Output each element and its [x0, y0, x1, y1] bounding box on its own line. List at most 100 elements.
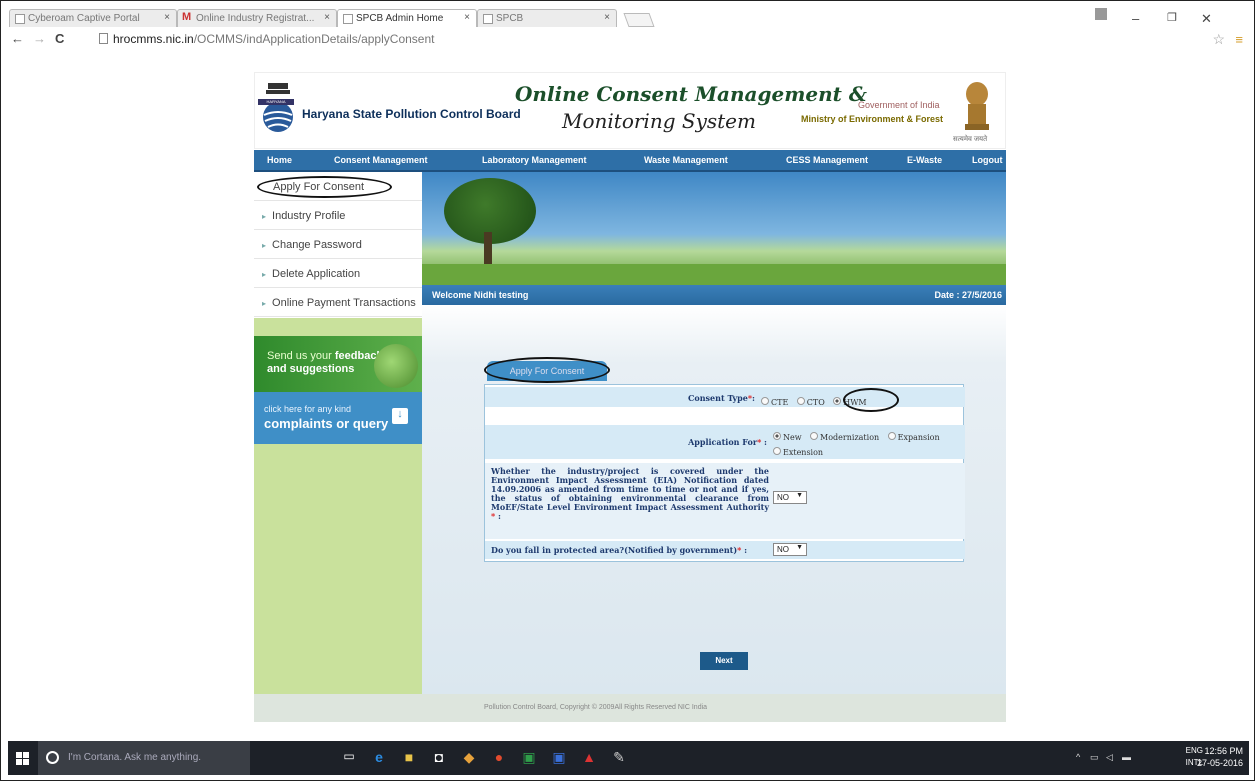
application-for-row: Application For* : New Modernization Exp…: [485, 425, 965, 459]
menu-icon[interactable]: ≡: [1235, 32, 1243, 47]
copyright-text: Pollution Control Board, Copyright © 200…: [484, 704, 708, 711]
eia-row: Whether the industry/project is covered …: [485, 463, 965, 539]
notification-icon[interactable]: ▬: [1122, 752, 1131, 762]
minimize-icon[interactable]: –: [1132, 11, 1139, 26]
site-title-line1: Online Consent Management &: [515, 82, 867, 106]
windows-start-icon[interactable]: [16, 752, 30, 766]
excel-icon[interactable]: ▣: [520, 749, 538, 767]
protected-area-question: Do you fall in protected area?(Notified …: [491, 545, 748, 555]
app-icon[interactable]: ◆: [460, 749, 478, 767]
option-label: CTE: [771, 398, 789, 407]
welcome-text: Welcome Nidhi testing: [432, 290, 529, 300]
restore-icon[interactable]: ❐: [1167, 11, 1177, 24]
select-value: NO: [777, 545, 789, 554]
bullet-icon: ▸: [262, 241, 267, 250]
tab-online-industry[interactable]: M Online Industry Registrat... ×: [177, 9, 337, 27]
bookmark-star-icon[interactable]: ☆: [1212, 31, 1225, 48]
site-footer: Pollution Control Board, Copyright © 200…: [254, 694, 1006, 722]
nav-home[interactable]: Home: [267, 155, 292, 165]
close-icon[interactable]: ×: [324, 12, 330, 23]
label-text: Application For: [688, 437, 758, 447]
sidebar-item-label: Delete Application: [272, 268, 361, 280]
grass: [422, 264, 1006, 285]
nav-laboratory-management[interactable]: Laboratory Management: [482, 155, 587, 165]
sidebar-item-online-payment[interactable]: ▸ Online Payment Transactions: [254, 288, 422, 317]
main-content: Apply For Consent Consent Type*: CTE CTO…: [422, 305, 1006, 694]
pdf-icon[interactable]: ▲: [580, 749, 598, 767]
clock-time: 12:56 PM: [1204, 746, 1243, 756]
nav-logout[interactable]: Logout: [972, 155, 1003, 165]
page-icon: [99, 33, 108, 44]
sidebar-item-change-password[interactable]: ▸ Change Password: [254, 230, 422, 259]
radio-cto[interactable]: [796, 396, 805, 405]
tree-trunk: [484, 232, 492, 267]
volume-icon[interactable]: ◁: [1106, 752, 1113, 763]
close-icon[interactable]: ×: [464, 12, 470, 23]
gov-label: Government of India: [858, 100, 940, 110]
task-view-icon[interactable]: ▭: [340, 749, 358, 767]
forward-icon[interactable]: →: [33, 31, 46, 46]
next-button[interactable]: Next: [700, 652, 748, 670]
site-title-line2: Monitoring System: [562, 109, 756, 133]
required-mark: *: [757, 437, 762, 447]
close-window-icon[interactable]: ✕: [1201, 11, 1212, 27]
highlight-ellipse: [257, 176, 392, 198]
new-tab-button[interactable]: [623, 13, 655, 27]
sidebar-item-apply-for-consent[interactable]: Apply For Consent: [254, 172, 422, 201]
required-mark: *: [737, 545, 742, 555]
close-icon[interactable]: ×: [164, 12, 170, 23]
page-icon: [15, 14, 25, 24]
url-input[interactable]: hrocmms.nic.in/OCMMS/indApplicationDetai…: [97, 30, 1197, 48]
radio-modernization[interactable]: [810, 431, 819, 440]
sidebar-item-delete-application[interactable]: ▸ Delete Application: [254, 259, 422, 288]
highlight-ellipse: [843, 388, 899, 412]
sidebar-links: Apply For Consent ▸ Industry Profile ▸ Cha…: [254, 172, 422, 318]
label-text: Do you fall in protected area?(Notified …: [491, 545, 738, 555]
sidebar: Apply For Consent ▸ Industry Profile ▸ Cha…: [254, 172, 422, 694]
nav-consent-management[interactable]: Consent Management: [334, 155, 428, 165]
feedback-banner[interactable]: Send us your feedback and suggestions: [254, 336, 422, 392]
protected-area-select[interactable]: NO ▼: [773, 543, 807, 556]
reload-icon[interactable]: C: [55, 31, 64, 46]
tab-label: SPCB Admin Home: [356, 13, 444, 24]
sidebar-item-industry-profile[interactable]: ▸ Industry Profile: [254, 201, 422, 230]
welcome-bar: Welcome Nidhi testing Date : 27/5/2016: [422, 285, 1006, 305]
label-text: Consent Type: [688, 393, 748, 403]
word-icon[interactable]: ▣: [550, 749, 568, 767]
chevron-up-icon[interactable]: ^: [1076, 752, 1080, 762]
ministry-label: Ministry of Environment & Forest: [801, 114, 944, 124]
hands-icon: [374, 344, 418, 388]
tab-cyberoam[interactable]: Cyberoam Captive Portal ×: [9, 9, 177, 27]
nav-cess-management[interactable]: CESS Management: [786, 155, 868, 165]
chrome-icon[interactable]: ●: [490, 749, 508, 767]
radio-extension[interactable]: [773, 446, 781, 455]
nav-e-waste[interactable]: E-Waste: [907, 155, 942, 165]
clock[interactable]: 12:56 PM 27-05-2016: [1197, 745, 1243, 769]
feedback-line1: Send us your feedback: [267, 350, 383, 362]
close-icon[interactable]: ×: [604, 12, 610, 23]
tab-spcb-admin-home[interactable]: SPCB Admin Home ×: [337, 9, 477, 27]
cortana-search[interactable]: I'm Cortana. Ask me anything.: [38, 741, 250, 775]
eia-select[interactable]: NO ▼: [773, 491, 807, 504]
nav-waste-management[interactable]: Waste Management: [644, 155, 728, 165]
complaint-banner[interactable]: click here for any kind complaints or qu…: [254, 392, 422, 444]
file-explorer-icon[interactable]: ■: [400, 749, 418, 767]
feedback-line2: and suggestions: [267, 363, 355, 375]
network-icon[interactable]: ▭: [1090, 752, 1099, 763]
edge-icon[interactable]: e: [370, 749, 388, 767]
taskbar: I'm Cortana. Ask me anything. ▭ e ■ ◘ ◆ …: [8, 741, 1249, 775]
radio-cte[interactable]: [761, 396, 769, 405]
user-icon[interactable]: [1095, 8, 1107, 20]
radio-new[interactable]: [773, 431, 781, 440]
sidebar-item-label: Industry Profile: [272, 210, 346, 222]
back-icon[interactable]: ←: [11, 31, 24, 46]
tab-spcb[interactable]: SPCB ×: [477, 9, 617, 27]
address-bar: ← → C hrocmms.nic.in/OCMMS/indApplicatio…: [9, 28, 1249, 50]
paint-icon[interactable]: ✎: [610, 749, 628, 767]
option-label: Modernization: [820, 433, 880, 442]
store-icon[interactable]: ◘: [430, 749, 448, 767]
option-label: New: [783, 433, 802, 442]
website: HARYANA Haryana State Pollution Control …: [254, 72, 1006, 722]
radio-hwm[interactable]: [833, 396, 842, 405]
radio-expansion[interactable]: [887, 431, 896, 440]
